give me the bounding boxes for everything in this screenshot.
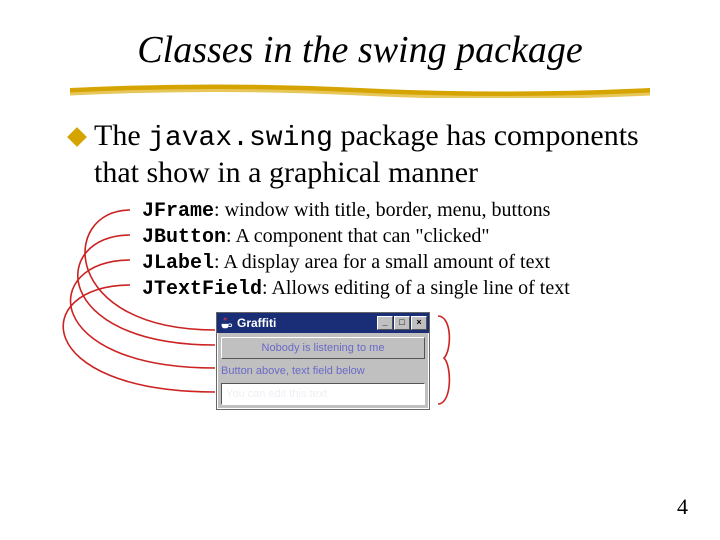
jlabel: Button above, text field below (221, 364, 425, 378)
page-number: 4 (677, 494, 688, 520)
list-item: JTextField: Allows editing of a single l… (142, 276, 682, 302)
slide-title: Classes in the swing package (0, 28, 720, 72)
list-item: JButton: A component that can "clicked" (142, 224, 682, 250)
list-item: JFrame: window with title, border, menu,… (142, 198, 682, 224)
bullet-block: The javax.swing package has components t… (70, 118, 670, 190)
title-underline (70, 84, 650, 98)
bullet-text: The javax.swing package has components t… (94, 118, 670, 190)
jbutton[interactable]: Nobody is listening to me (221, 337, 425, 359)
component-list: JFrame: window with title, border, menu,… (142, 198, 682, 302)
diamond-bullet-icon (67, 127, 87, 147)
close-icon[interactable]: × (411, 316, 427, 330)
class-name: JButton (142, 226, 226, 249)
maximize-icon[interactable]: □ (394, 316, 410, 330)
window-title: Graffiti (237, 316, 377, 330)
class-desc: : window with title, border, menu, butto… (214, 199, 550, 221)
window-titlebar: Graffiti _ □ × (217, 313, 429, 333)
window-client-area: Nobody is listening to me Button above, … (217, 333, 429, 409)
minimize-icon[interactable]: _ (377, 316, 393, 330)
bullet-package: javax.swing (148, 123, 333, 154)
class-name: JLabel (142, 252, 214, 275)
class-name: JTextField (142, 278, 262, 301)
bullet-prefix: The (94, 119, 148, 152)
jframe-window: Graffiti _ □ × Nobody is listening to me… (216, 312, 430, 410)
list-item: JLabel: A display area for a small amoun… (142, 250, 682, 276)
class-desc: : A display area for a small amount of t… (214, 251, 550, 273)
class-desc: : Allows editing of a single line of tex… (262, 277, 570, 299)
class-name: JFrame (142, 200, 214, 223)
jtextfield[interactable]: You can edit this text (221, 383, 425, 405)
java-icon (219, 316, 233, 330)
class-desc: : A component that can "clicked" (226, 225, 489, 247)
